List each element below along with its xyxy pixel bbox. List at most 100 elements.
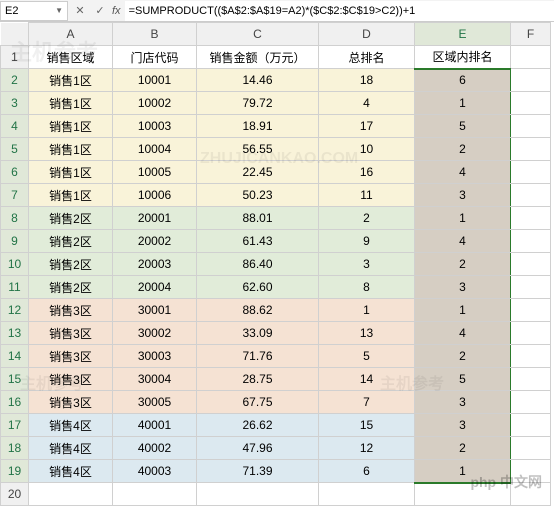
cell-amount[interactable]: 47.96: [197, 437, 319, 460]
cell-store[interactable]: 10003: [113, 115, 197, 138]
cell-region[interactable]: 销售2区: [29, 276, 113, 299]
cell[interactable]: [511, 276, 551, 299]
formula-input[interactable]: [125, 1, 554, 21]
row-header[interactable]: 10: [1, 253, 29, 276]
cell-store[interactable]: 30003: [113, 345, 197, 368]
cell-rank-all[interactable]: 12: [319, 437, 415, 460]
cell-rank-all[interactable]: 1: [319, 299, 415, 322]
cell-rank-all[interactable]: 11: [319, 184, 415, 207]
cell-rank-all[interactable]: 6: [319, 460, 415, 483]
cell[interactable]: [197, 483, 319, 506]
cell-rank-all[interactable]: 2: [319, 207, 415, 230]
cell-region[interactable]: 销售3区: [29, 391, 113, 414]
cell-amount[interactable]: 79.72: [197, 92, 319, 115]
cell-rank-region[interactable]: 5: [415, 368, 511, 391]
cell-store[interactable]: 30001: [113, 299, 197, 322]
cell-rank-region[interactable]: 4: [415, 161, 511, 184]
cell-rank-region[interactable]: 2: [415, 138, 511, 161]
cell[interactable]: [319, 483, 415, 506]
cell-store[interactable]: 10004: [113, 138, 197, 161]
cell-amount[interactable]: 18.91: [197, 115, 319, 138]
cell-region[interactable]: 销售3区: [29, 345, 113, 368]
col-header-E[interactable]: E: [415, 23, 511, 46]
cell-rank-all[interactable]: 10: [319, 138, 415, 161]
row-header[interactable]: 14: [1, 345, 29, 368]
cell-amount[interactable]: 67.75: [197, 391, 319, 414]
cell-amount[interactable]: 88.01: [197, 207, 319, 230]
cell-region[interactable]: 销售3区: [29, 368, 113, 391]
cell-store[interactable]: 30004: [113, 368, 197, 391]
cell-rank-all[interactable]: 13: [319, 322, 415, 345]
cell-store[interactable]: 20002: [113, 230, 197, 253]
cell-store[interactable]: 10002: [113, 92, 197, 115]
cell[interactable]: [511, 230, 551, 253]
cell[interactable]: [511, 138, 551, 161]
cancel-icon[interactable]: ✕: [72, 4, 88, 17]
cell-amount[interactable]: 62.60: [197, 276, 319, 299]
col-header-C[interactable]: C: [197, 23, 319, 46]
row-header[interactable]: 18: [1, 437, 29, 460]
row-header[interactable]: 19: [1, 460, 29, 483]
cell-amount[interactable]: 86.40: [197, 253, 319, 276]
cell-store[interactable]: 10001: [113, 69, 197, 92]
cell-amount[interactable]: 71.39: [197, 460, 319, 483]
cell[interactable]: [511, 92, 551, 115]
row-header[interactable]: 16: [1, 391, 29, 414]
row-header[interactable]: 20: [1, 483, 29, 506]
cell-rank-all[interactable]: 15: [319, 414, 415, 437]
row-header[interactable]: 4: [1, 115, 29, 138]
col-header-A[interactable]: A: [29, 23, 113, 46]
cell-rank-all[interactable]: 9: [319, 230, 415, 253]
header-cell[interactable]: 区域内排名: [415, 46, 511, 69]
col-header-F[interactable]: F: [511, 23, 551, 46]
row-header[interactable]: 8: [1, 207, 29, 230]
cell-amount[interactable]: 71.76: [197, 345, 319, 368]
cell-rank-all[interactable]: 5: [319, 345, 415, 368]
row-header[interactable]: 9: [1, 230, 29, 253]
cell-store[interactable]: 20003: [113, 253, 197, 276]
select-all-corner[interactable]: [1, 23, 29, 46]
cell-region[interactable]: 销售1区: [29, 115, 113, 138]
name-box[interactable]: E2 ▼: [0, 1, 68, 21]
row-header[interactable]: 15: [1, 368, 29, 391]
cell-rank-region[interactable]: 3: [415, 184, 511, 207]
header-cell[interactable]: 销售区域: [29, 46, 113, 69]
row-header[interactable]: 5: [1, 138, 29, 161]
cell[interactable]: [113, 483, 197, 506]
cell-store[interactable]: 40001: [113, 414, 197, 437]
cell[interactable]: [511, 299, 551, 322]
cell-rank-region[interactable]: 1: [415, 299, 511, 322]
cell-amount[interactable]: 56.55: [197, 138, 319, 161]
row-header[interactable]: 7: [1, 184, 29, 207]
cell-store[interactable]: 10006: [113, 184, 197, 207]
header-cell[interactable]: 销售金额（万元）: [197, 46, 319, 69]
fx-icon[interactable]: fx: [112, 5, 121, 17]
cell-rank-region[interactable]: 4: [415, 230, 511, 253]
header-cell[interactable]: 门店代码: [113, 46, 197, 69]
cell[interactable]: [511, 391, 551, 414]
cell-region[interactable]: 销售2区: [29, 253, 113, 276]
col-header-B[interactable]: B: [113, 23, 197, 46]
cell-region[interactable]: 销售1区: [29, 92, 113, 115]
cell[interactable]: [511, 253, 551, 276]
row-header[interactable]: 1: [1, 46, 29, 69]
cell-rank-all[interactable]: 3: [319, 253, 415, 276]
row-header[interactable]: 17: [1, 414, 29, 437]
cell-region[interactable]: 销售4区: [29, 437, 113, 460]
cell[interactable]: [29, 483, 113, 506]
row-header[interactable]: 12: [1, 299, 29, 322]
cell[interactable]: [511, 115, 551, 138]
cell-rank-all[interactable]: 4: [319, 92, 415, 115]
cell-amount[interactable]: 33.09: [197, 322, 319, 345]
cell[interactable]: [511, 207, 551, 230]
cell-rank-all[interactable]: 17: [319, 115, 415, 138]
cell-store[interactable]: 40002: [113, 437, 197, 460]
cell[interactable]: [511, 161, 551, 184]
cell-region[interactable]: 销售4区: [29, 460, 113, 483]
cell[interactable]: [511, 345, 551, 368]
cell-region[interactable]: 销售1区: [29, 161, 113, 184]
cell-rank-region[interactable]: 3: [415, 391, 511, 414]
row-header[interactable]: 3: [1, 92, 29, 115]
cell[interactable]: [511, 69, 551, 92]
cell-store[interactable]: 30005: [113, 391, 197, 414]
